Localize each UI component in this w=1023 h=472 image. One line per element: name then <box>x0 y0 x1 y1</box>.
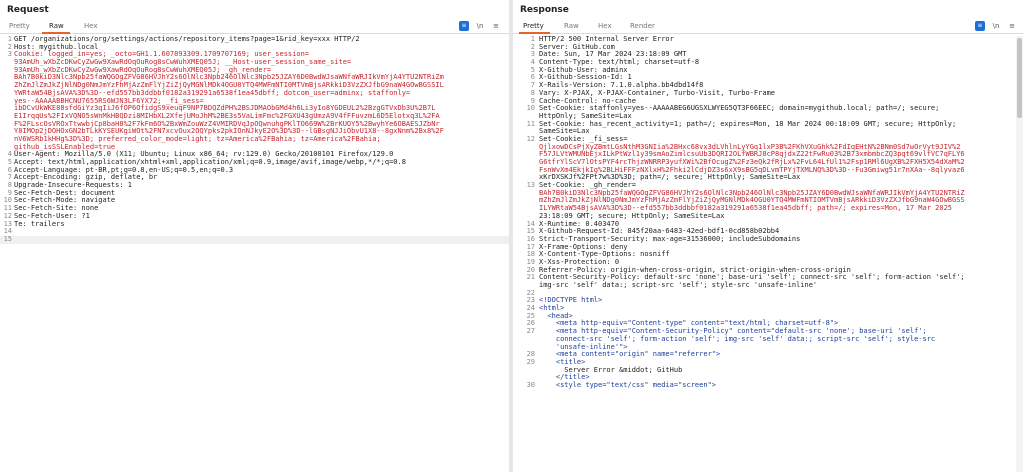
response-editor[interactable]: 1 HTTP/2 500 Internal Server Error 2 Server… <box>513 35 1023 390</box>
response-tabbar: Pretty Raw Hex Render <box>513 19 1023 34</box>
request-editor[interactable]: 1 GET /organizations/org/settings/actions… <box>0 35 509 244</box>
response-code-line[interactable]: img-src 'self' data:; script-src 'self';… <box>513 281 1023 290</box>
response-tab-render[interactable]: Render <box>630 22 655 30</box>
response-line-number: 27 <box>526 327 535 336</box>
response-code-line[interactable]: 23 <!DOCTYPE html> <box>513 297 1023 305</box>
response-line-number: 21 <box>526 273 535 282</box>
response-tab-hex[interactable]: Hex <box>598 22 612 30</box>
response-code-line[interactable]: 28 <meta content="origin" name="referrer… <box>513 350 1023 359</box>
request-tabbar: Pretty Raw Hex <box>0 19 509 34</box>
response-line-number: 10 <box>526 104 535 113</box>
response-line-number: 12 <box>526 134 535 143</box>
response-code-line[interactable]: 24 <html> <box>513 304 1023 313</box>
response-code-line[interactable]: 30 <style type="text/css" media="screen"… <box>513 380 1023 390</box>
response-scroll-thumb[interactable] <box>1017 38 1022 118</box>
response-tab-raw[interactable]: Raw <box>564 22 579 30</box>
response-wrap-icon[interactable]: ≡ <box>975 21 985 31</box>
response-newline-icon[interactable]: \n <box>991 21 1001 31</box>
request-tab-raw[interactable]: Raw <box>49 22 64 30</box>
response-scrollbar[interactable] <box>1016 36 1023 472</box>
request-code-line[interactable]: 14 <box>0 227 509 236</box>
response-line-number: 30 <box>526 380 535 389</box>
request-line-text: Te: trailers <box>14 219 65 228</box>
request-menu-icon[interactable]: ≡ <box>491 21 501 31</box>
response-tab-pretty[interactable]: Pretty <box>523 22 544 30</box>
request-tab-pretty[interactable]: Pretty <box>9 22 30 30</box>
request-line-number: 3 <box>7 50 12 59</box>
request-wrap-icon[interactable]: ≡ <box>459 21 469 31</box>
response-line-number: 11 <box>526 119 535 128</box>
request-newline-icon[interactable]: \n <box>475 21 485 31</box>
request-active-tab-indicator <box>42 32 70 34</box>
response-active-tab-indicator <box>519 32 550 34</box>
request-code-line[interactable]: 12 Sec-Fetch-User: ?1 <box>0 212 509 221</box>
response-line-number: 13 <box>526 181 535 190</box>
response-line-text: <style type="text/css" media="screen"> <box>539 380 717 389</box>
request-pane: Request Pretty Raw Hex ≡ \n ≡ 1 GET /orga… <box>0 0 509 472</box>
response-line-number: 29 <box>526 357 535 366</box>
request-code-line[interactable]: 15 <box>0 234 509 244</box>
response-line-text: Set-Cookie: has_recent_activity=1; path=… <box>539 119 957 128</box>
request-code-line[interactable]: 13 Te: trailers <box>0 219 509 229</box>
request-title: Request <box>7 5 49 15</box>
request-line-number: 15 <box>3 234 12 243</box>
response-line-text: img-src 'self' data:; script-src 'self';… <box>539 281 818 289</box>
response-title: Response <box>520 5 569 15</box>
request-tab-hex[interactable]: Hex <box>84 22 98 30</box>
response-menu-icon[interactable]: ≡ <box>1007 21 1017 31</box>
response-pane: Response Pretty Raw Hex Render ≡ \n ≡ 1H… <box>513 0 1023 472</box>
